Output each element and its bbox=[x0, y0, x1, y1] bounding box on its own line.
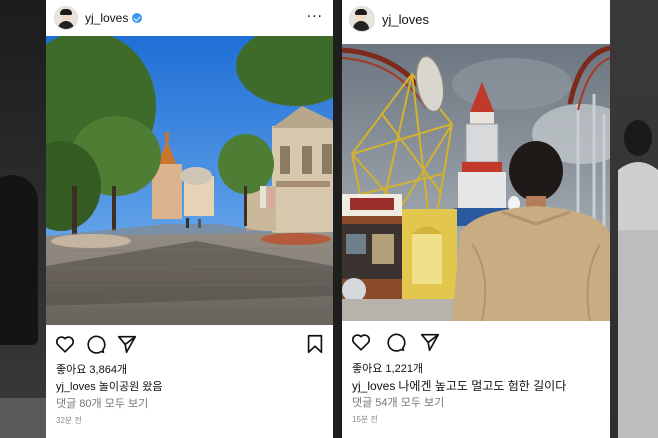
caption-text: 놀이공원 왔음 bbox=[98, 381, 163, 393]
share-icon[interactable] bbox=[419, 331, 441, 353]
post-meta: 좋아요 3,864개 yj_loves 놀이공원 왔음 댓글 80개 모두 보기 … bbox=[56, 362, 327, 429]
post-timestamp: 32분 전 bbox=[56, 416, 82, 425]
instagram-post-2: yj_loves 좋아요 1,221개 yj_loves 나에겐 높고도 멀고도… bbox=[342, 0, 610, 438]
more-icon[interactable]: ··· bbox=[307, 9, 323, 25]
background-left bbox=[0, 0, 46, 438]
heart-icon[interactable] bbox=[350, 331, 372, 353]
post-header: yj_loves bbox=[342, 0, 610, 38]
avatar[interactable] bbox=[54, 6, 78, 30]
likes-count[interactable]: 좋아요 3,864개 bbox=[56, 362, 327, 379]
background-figure bbox=[0, 175, 38, 345]
likes-count[interactable]: 좋아요 1,221개 bbox=[352, 361, 604, 378]
heart-icon[interactable] bbox=[54, 333, 76, 355]
caption-text: 나에겐 높고도 멀고도 험한 길이다 bbox=[398, 379, 567, 393]
background-gap bbox=[333, 0, 342, 438]
username[interactable]: yj_loves bbox=[85, 11, 128, 25]
post-meta: 좋아요 1,221개 yj_loves 나에겐 높고도 멀고도 험한 길이다 댓글… bbox=[352, 361, 604, 428]
background-right bbox=[610, 0, 658, 438]
post-header: yj_loves ··· bbox=[46, 0, 333, 36]
post-photo-amusement-park-street[interactable] bbox=[46, 36, 333, 325]
view-comments-link[interactable]: 댓글 80개 모두 보기 bbox=[56, 396, 327, 413]
verified-badge-icon bbox=[132, 13, 143, 23]
instagram-post-1: yj_loves ··· 좋아요 3,864개 yj_loves 놀이공원 왔음… bbox=[46, 0, 333, 438]
comment-icon[interactable] bbox=[84, 333, 106, 355]
caption-username[interactable]: yj_loves bbox=[352, 379, 395, 393]
avatar[interactable] bbox=[349, 6, 375, 32]
username[interactable]: yj_loves bbox=[382, 12, 429, 27]
share-icon[interactable] bbox=[116, 333, 138, 355]
caption: yj_loves 놀이공원 왔음 bbox=[56, 379, 327, 396]
post-actions bbox=[46, 333, 333, 357]
post-timestamp: 15분 전 bbox=[352, 415, 378, 424]
background-strip bbox=[0, 398, 46, 438]
post-actions bbox=[342, 331, 610, 355]
bookmark-icon[interactable] bbox=[304, 333, 326, 355]
caption: yj_loves 나에겐 높고도 멀고도 험한 길이다 bbox=[352, 378, 604, 395]
comment-icon[interactable] bbox=[384, 331, 406, 353]
background-person bbox=[618, 120, 658, 438]
caption-username[interactable]: yj_loves bbox=[56, 381, 96, 393]
view-comments-link[interactable]: 댓글 54개 모두 보기 bbox=[352, 395, 604, 412]
post-photo-rollercoaster[interactable] bbox=[342, 44, 610, 321]
